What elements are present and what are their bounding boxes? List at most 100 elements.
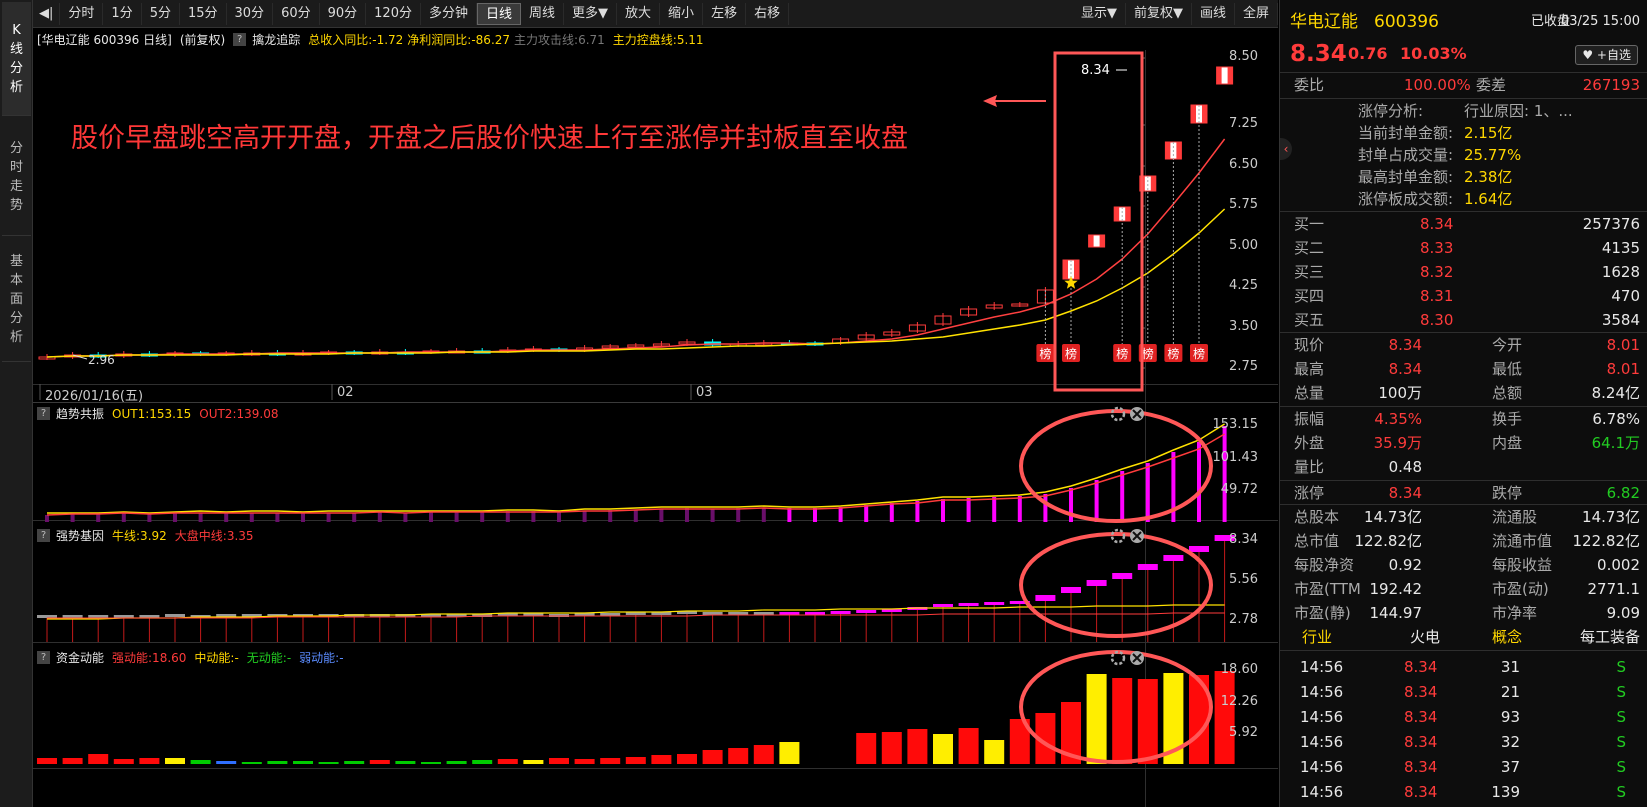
ind1-bar bbox=[966, 498, 971, 522]
toolbar-right-btn-1[interactable]: 前复权▼ bbox=[1126, 2, 1192, 25]
tick-time: 14:56 bbox=[1300, 683, 1344, 701]
value: 每工装备 bbox=[1579, 628, 1640, 646]
tick-row: 14:56 8.34 139 S bbox=[1280, 780, 1647, 804]
price-pct: 10.03% bbox=[1400, 44, 1467, 63]
tick-side: S bbox=[1616, 783, 1626, 801]
ind1-bar bbox=[838, 507, 843, 522]
ind2-axis-label: 5.56 bbox=[1229, 572, 1258, 587]
profit-yoy: 净利润同比:-86.27 bbox=[407, 33, 511, 47]
help-icon[interactable]: ? bbox=[37, 529, 50, 542]
ind1-bar bbox=[429, 512, 433, 522]
toolbar-right-btn-3[interactable]: 全屏 bbox=[1235, 2, 1278, 25]
price-axis-label: 4.25 bbox=[1229, 278, 1258, 293]
label: 市盈(TTM bbox=[1294, 580, 1361, 598]
ind1-bar bbox=[352, 513, 357, 522]
tab-fundamental-analysis[interactable]: 基 本 面 分 析 bbox=[2, 238, 31, 362]
value: 100.00% bbox=[1404, 76, 1471, 94]
tick-time: 14:56 bbox=[1300, 708, 1344, 726]
ind3-bar bbox=[241, 762, 262, 764]
toolbar-btn-3[interactable]: 5分 bbox=[142, 2, 180, 25]
tick-row: 14:56 8.34 21 S bbox=[1280, 680, 1647, 704]
value: 1.64亿 bbox=[1464, 190, 1513, 208]
candle-shade bbox=[1074, 260, 1079, 279]
ind2-block bbox=[1086, 580, 1107, 586]
ind1-bar bbox=[582, 511, 587, 522]
toolbar-btn-16[interactable]: 右移 bbox=[746, 2, 790, 25]
toolbar-btn-6[interactable]: 60分 bbox=[273, 2, 320, 25]
toolbar-btn-0[interactable]: ◀| bbox=[33, 2, 61, 25]
ind3-bar bbox=[1112, 678, 1133, 764]
candle-shade bbox=[1088, 235, 1094, 247]
toolbar-right: 显示▼ 前复权▼ 画线 全屏 bbox=[1073, 2, 1278, 25]
help-icon[interactable]: ? bbox=[37, 407, 50, 420]
value: 122.82亿 bbox=[1354, 532, 1423, 550]
value: 0.48 bbox=[1388, 458, 1422, 476]
value: 8.34 bbox=[1388, 336, 1422, 354]
label: 量比 bbox=[1294, 458, 1325, 476]
label: 市净率 bbox=[1492, 604, 1538, 622]
ind2-block bbox=[1035, 595, 1056, 601]
value: 2771.1 bbox=[1587, 580, 1641, 598]
ind3-axis-label: 5.92 bbox=[1229, 725, 1258, 740]
ind3-bar bbox=[958, 728, 979, 764]
toolbar-right-btn-2[interactable]: 画线 bbox=[1192, 2, 1235, 25]
ind1-bar bbox=[941, 499, 945, 522]
ind3-bar bbox=[344, 761, 365, 764]
bang-text: 榜 bbox=[1039, 346, 1051, 361]
ind1-bar bbox=[685, 508, 689, 522]
quote-row: 总股本 14.73亿 流通股 14.73亿 bbox=[1280, 505, 1647, 529]
label: 买五 bbox=[1294, 311, 1325, 329]
toolbar-btn-8[interactable]: 120分 bbox=[366, 2, 421, 25]
help-icon[interactable]: ? bbox=[233, 33, 247, 46]
toolbar-btn-10[interactable]: 日线 bbox=[477, 2, 522, 25]
toolbar-right-btn-0[interactable]: 显示▼ bbox=[1073, 2, 1126, 25]
quote-row: 最高 8.34 最低 8.01 bbox=[1280, 357, 1647, 381]
help-icon[interactable]: ? bbox=[37, 651, 50, 664]
price-axis-label: 3.50 bbox=[1229, 319, 1258, 334]
value: 8.33 bbox=[1420, 239, 1454, 257]
label: 最高 bbox=[1294, 360, 1325, 378]
tab-intraday-trend[interactable]: 分 时 走 势 bbox=[2, 118, 31, 236]
toolbar-btn-13[interactable]: 放大 bbox=[617, 2, 661, 25]
title-row: 华电辽能 600396 已收盘 03/25 15:00 bbox=[1280, 10, 1647, 34]
ind1-bar bbox=[813, 508, 817, 522]
label: 最低 bbox=[1492, 360, 1523, 378]
ind3-bar bbox=[165, 758, 185, 764]
toolbar-btn-7[interactable]: 90分 bbox=[320, 2, 367, 25]
tick-volume: 21 bbox=[1500, 683, 1520, 701]
toolbar-btn-9[interactable]: 多分钟 bbox=[421, 2, 477, 25]
value: 192.42 bbox=[1369, 580, 1423, 598]
watchlist-button[interactable]: ♥ +自选 bbox=[1575, 45, 1638, 65]
candle-shade bbox=[1216, 67, 1222, 84]
ind1-bar bbox=[45, 515, 49, 522]
price-axis-label: 2.75 bbox=[1229, 359, 1258, 374]
candle-shade bbox=[1176, 142, 1182, 159]
ind1-axis-label: 101.43 bbox=[1212, 450, 1259, 465]
toolbar-btn-12[interactable]: 更多▼ bbox=[564, 2, 618, 25]
candle-shade bbox=[1114, 207, 1120, 221]
tab-kline-analysis[interactable]: K 线 分 析 bbox=[2, 2, 31, 116]
quote-row: 每股净资 0.92 每股收益 0.002 bbox=[1280, 553, 1647, 577]
toolbar-btn-14[interactable]: 缩小 bbox=[660, 2, 704, 25]
ind2-block bbox=[933, 604, 953, 607]
date-axis-label: 2026/01/16(五) bbox=[45, 389, 144, 404]
ind3-bar bbox=[753, 745, 774, 764]
ind3-bar bbox=[395, 761, 416, 764]
annotation-arrowhead bbox=[983, 95, 997, 107]
ind2-header: ? 强势基因 牛线:3.92 大盘中线:3.35 bbox=[37, 527, 262, 544]
label: 每股收益 bbox=[1492, 556, 1553, 574]
ind2-block bbox=[856, 610, 877, 613]
toolbar-btn-2[interactable]: 1分 bbox=[103, 2, 142, 25]
ind1-header: ? 趋势共振 OUT1:153.15 OUT2:139.08 bbox=[37, 405, 286, 422]
toolbar-btn-1[interactable]: 分时 bbox=[60, 2, 104, 25]
toolbar-btn-15[interactable]: 左移 bbox=[703, 2, 747, 25]
toolbar-btn-11[interactable]: 周线 bbox=[521, 2, 565, 25]
tick-price: 8.34 bbox=[1404, 783, 1438, 801]
ind2-block bbox=[1137, 564, 1158, 570]
value: 8.32 bbox=[1420, 263, 1454, 281]
value: 火电 bbox=[1410, 628, 1441, 646]
toolbar-btn-5[interactable]: 30分 bbox=[227, 2, 274, 25]
toolbar-btn-4[interactable]: 15分 bbox=[180, 2, 227, 25]
label: 每股净资 bbox=[1294, 556, 1355, 574]
ind1-bar bbox=[70, 514, 75, 522]
